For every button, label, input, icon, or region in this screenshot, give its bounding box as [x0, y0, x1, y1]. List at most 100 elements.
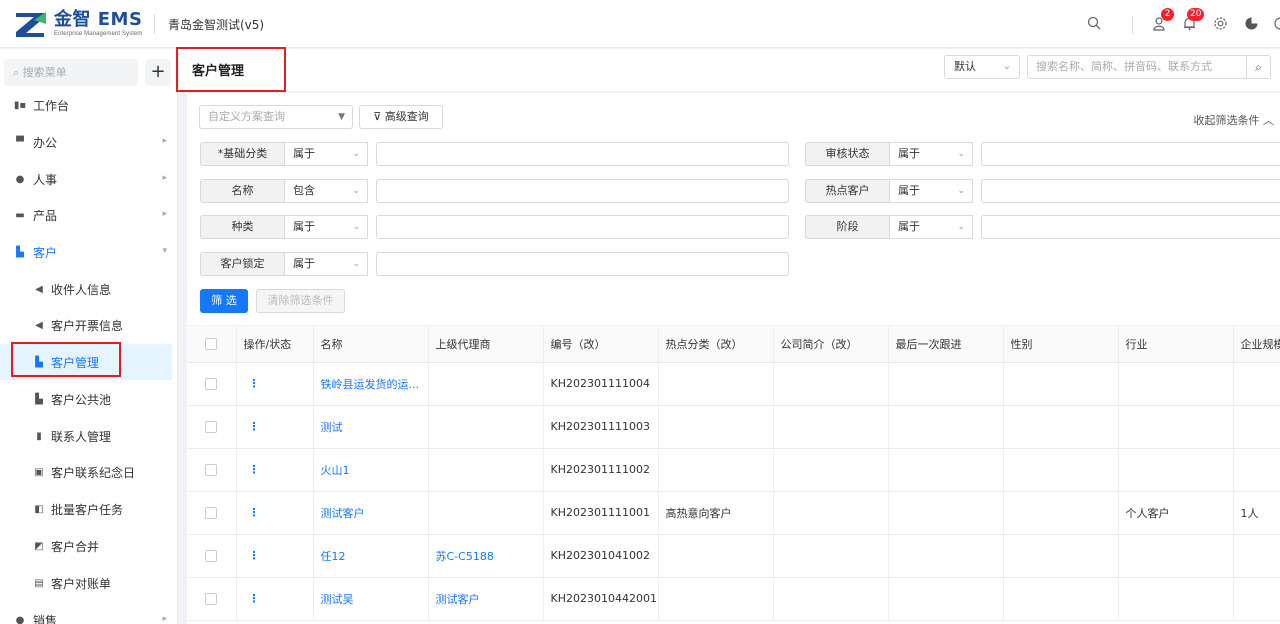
- filter-value-input[interactable]: [376, 215, 789, 239]
- sidebar-item-product[interactable]: ▬ 产品 ▸: [0, 197, 172, 233]
- select-all-checkbox[interactable]: [187, 326, 237, 363]
- logo[interactable]: 金智 EMS Enterprise Management System: [14, 9, 143, 39]
- checkbox[interactable]: [205, 378, 217, 390]
- column-header[interactable]: 性别: [1003, 326, 1119, 363]
- table-row[interactable]: ⋮ 铁岭县运发货的运... KH202301111004: [187, 362, 1280, 406]
- row-actions-button[interactable]: ⋮: [236, 491, 314, 535]
- scheme-select[interactable]: 自定义方案查询 ▼: [199, 105, 353, 129]
- filter-operator[interactable]: 属于 ⌄: [889, 142, 973, 166]
- agent-cell[interactable]: 苏C-C5188: [428, 534, 544, 578]
- column-header[interactable]: 企业规模: [1233, 326, 1280, 363]
- filter-operator[interactable]: 属于 ⌄: [889, 215, 973, 239]
- filter-operator[interactable]: 包含 ⌄: [284, 179, 368, 203]
- customer-name-link[interactable]: 测试客户: [313, 491, 429, 535]
- checkbox[interactable]: [205, 550, 217, 562]
- sidebar-item-merge[interactable]: ◩ 客户合并: [0, 528, 172, 564]
- row-actions-button[interactable]: ⋮: [236, 448, 314, 492]
- sidebar-item-batch-tasks[interactable]: ◧ 批量客户任务: [0, 491, 172, 527]
- checkbox[interactable]: [205, 507, 217, 519]
- table-row[interactable]: ⋮ 测试客户 KH202301111001 高热意向客户 个人客户 1人: [187, 491, 1280, 535]
- user-tasks-icon[interactable]: 2: [1148, 8, 1174, 34]
- filter-operator[interactable]: 属于 ⌄: [284, 252, 368, 276]
- menu-search-input[interactable]: ⌕ 搜索菜单: [4, 59, 138, 86]
- checkbox[interactable]: [205, 464, 217, 476]
- filter-value-input[interactable]: [981, 215, 1280, 239]
- filter-operator[interactable]: 属于 ⌄: [284, 215, 368, 239]
- customer-search-input[interactable]: 搜索名称、简称、拼音码、联系方式 ⌕: [1027, 55, 1271, 79]
- sidebar-item-invoice-info[interactable]: ◀ 客户开票信息: [0, 307, 172, 343]
- filter-value-input[interactable]: [376, 179, 789, 203]
- filter-value-input[interactable]: [376, 252, 789, 276]
- search-button[interactable]: ⌕: [1246, 56, 1270, 78]
- customer-name-link[interactable]: 铁岭县运发货的运...: [313, 362, 429, 406]
- row-actions-button[interactable]: ⋮: [236, 534, 314, 578]
- customer-name-link[interactable]: 测试吴: [313, 577, 429, 621]
- sidebar-item-recipient-info[interactable]: ◀ 收件人信息: [0, 271, 172, 307]
- agent-cell[interactable]: 测试客户: [428, 577, 544, 621]
- column-header[interactable]: 名称: [313, 326, 429, 363]
- row-actions-button[interactable]: ⋮: [236, 577, 314, 621]
- column-header[interactable]: 热点分类（改）: [658, 326, 774, 363]
- sidebar-item-anniversary[interactable]: ▣ 客户联系纪念日: [0, 454, 172, 490]
- row-checkbox-cell[interactable]: [187, 577, 237, 621]
- row-actions-button[interactable]: ⋮: [236, 362, 314, 406]
- sidebar-item-statement[interactable]: ▤ 客户对账单: [0, 565, 172, 601]
- agent-cell[interactable]: [428, 362, 544, 406]
- filter-value-input[interactable]: [376, 142, 789, 166]
- operator-value: 属于: [898, 220, 920, 233]
- column-header[interactable]: 最后一次跟进: [888, 326, 1004, 363]
- company-name[interactable]: 青岛金智测试(v5): [168, 16, 264, 33]
- column-header[interactable]: 操作/状态: [236, 326, 314, 363]
- menu-search-placeholder: 搜索菜单: [22, 66, 67, 79]
- customer-name-link[interactable]: 测试: [313, 405, 429, 449]
- clear-filters-button[interactable]: 清除筛选条件: [256, 289, 345, 313]
- filter-operator[interactable]: 属于 ⌄: [889, 179, 973, 203]
- checkbox[interactable]: [205, 593, 217, 605]
- checkbox[interactable]: [205, 338, 217, 351]
- filter-operator[interactable]: 属于 ⌄: [284, 142, 368, 166]
- row-checkbox-cell[interactable]: [187, 534, 237, 578]
- filter-value-input[interactable]: [981, 179, 1280, 203]
- filter-button[interactable]: 筛 选: [200, 289, 248, 313]
- sidebar-item-workbench[interactable]: ▮▪ 工作台: [0, 87, 172, 123]
- sidebar-item-hr[interactable]: ● 人事 ▸: [0, 161, 172, 197]
- power-icon[interactable]: [1268, 12, 1280, 34]
- row-checkbox-cell[interactable]: [187, 448, 237, 492]
- row-checkbox-cell[interactable]: [187, 405, 237, 449]
- chevron-down-icon: ⌄: [957, 149, 965, 159]
- sidebar-item-customer-pool[interactable]: ▙ 客户公共池: [0, 381, 172, 417]
- gear-icon[interactable]: [1209, 12, 1231, 34]
- sidebar-item-office[interactable]: ▀ 办公 ▸: [0, 124, 172, 160]
- customer-name-link[interactable]: 任12: [313, 534, 429, 578]
- table-row[interactable]: ⋮ 测试 KH202301111003: [187, 405, 1280, 449]
- pie-chart-icon[interactable]: [1240, 12, 1262, 34]
- sidebar-item-sales[interactable]: ● 销售 ▸: [0, 602, 172, 624]
- search-icon[interactable]: [1083, 12, 1105, 34]
- table-row[interactable]: ⋮ 测试吴 测试客户 KH2023010442001: [187, 577, 1280, 621]
- table-row[interactable]: ⋮ 任12 苏C-C5188 KH202301041002: [187, 534, 1280, 578]
- column-header[interactable]: 上级代理商: [428, 326, 544, 363]
- sidebar-item-contacts[interactable]: ▮ 联系人管理: [0, 418, 172, 454]
- row-checkbox-cell[interactable]: [187, 362, 237, 406]
- sidebar-item-customer[interactable]: ▙ 客户 ▾: [0, 234, 172, 270]
- column-header[interactable]: 公司简介（改）: [773, 326, 889, 363]
- agent-cell[interactable]: [428, 448, 544, 492]
- checkbox[interactable]: [205, 421, 217, 433]
- advanced-query-button[interactable]: ⊽ 高级查询: [359, 105, 443, 129]
- view-select[interactable]: 默认 ⌄: [944, 55, 1020, 79]
- customer-name-link[interactable]: 火山1: [313, 448, 429, 492]
- add-menu-button[interactable]: +: [145, 59, 171, 86]
- bell-icon[interactable]: 20: [1178, 8, 1205, 34]
- sidebar-item-label: 客户公共池: [51, 392, 112, 407]
- logo-mark-icon: [14, 10, 48, 38]
- row-checkbox-cell[interactable]: [187, 491, 237, 535]
- table-row[interactable]: ⋮ 火山1 KH202301111002: [187, 448, 1280, 492]
- row-actions-button[interactable]: ⋮: [236, 405, 314, 449]
- intro-cell: [773, 491, 889, 535]
- column-header[interactable]: 行业: [1118, 326, 1234, 363]
- collapse-filters-link[interactable]: 收起筛选条件 ︿: [1194, 112, 1275, 128]
- filter-value-input[interactable]: [981, 142, 1280, 166]
- agent-cell[interactable]: [428, 491, 544, 535]
- agent-cell[interactable]: [428, 405, 544, 449]
- column-header[interactable]: 编号（改）: [543, 326, 659, 363]
